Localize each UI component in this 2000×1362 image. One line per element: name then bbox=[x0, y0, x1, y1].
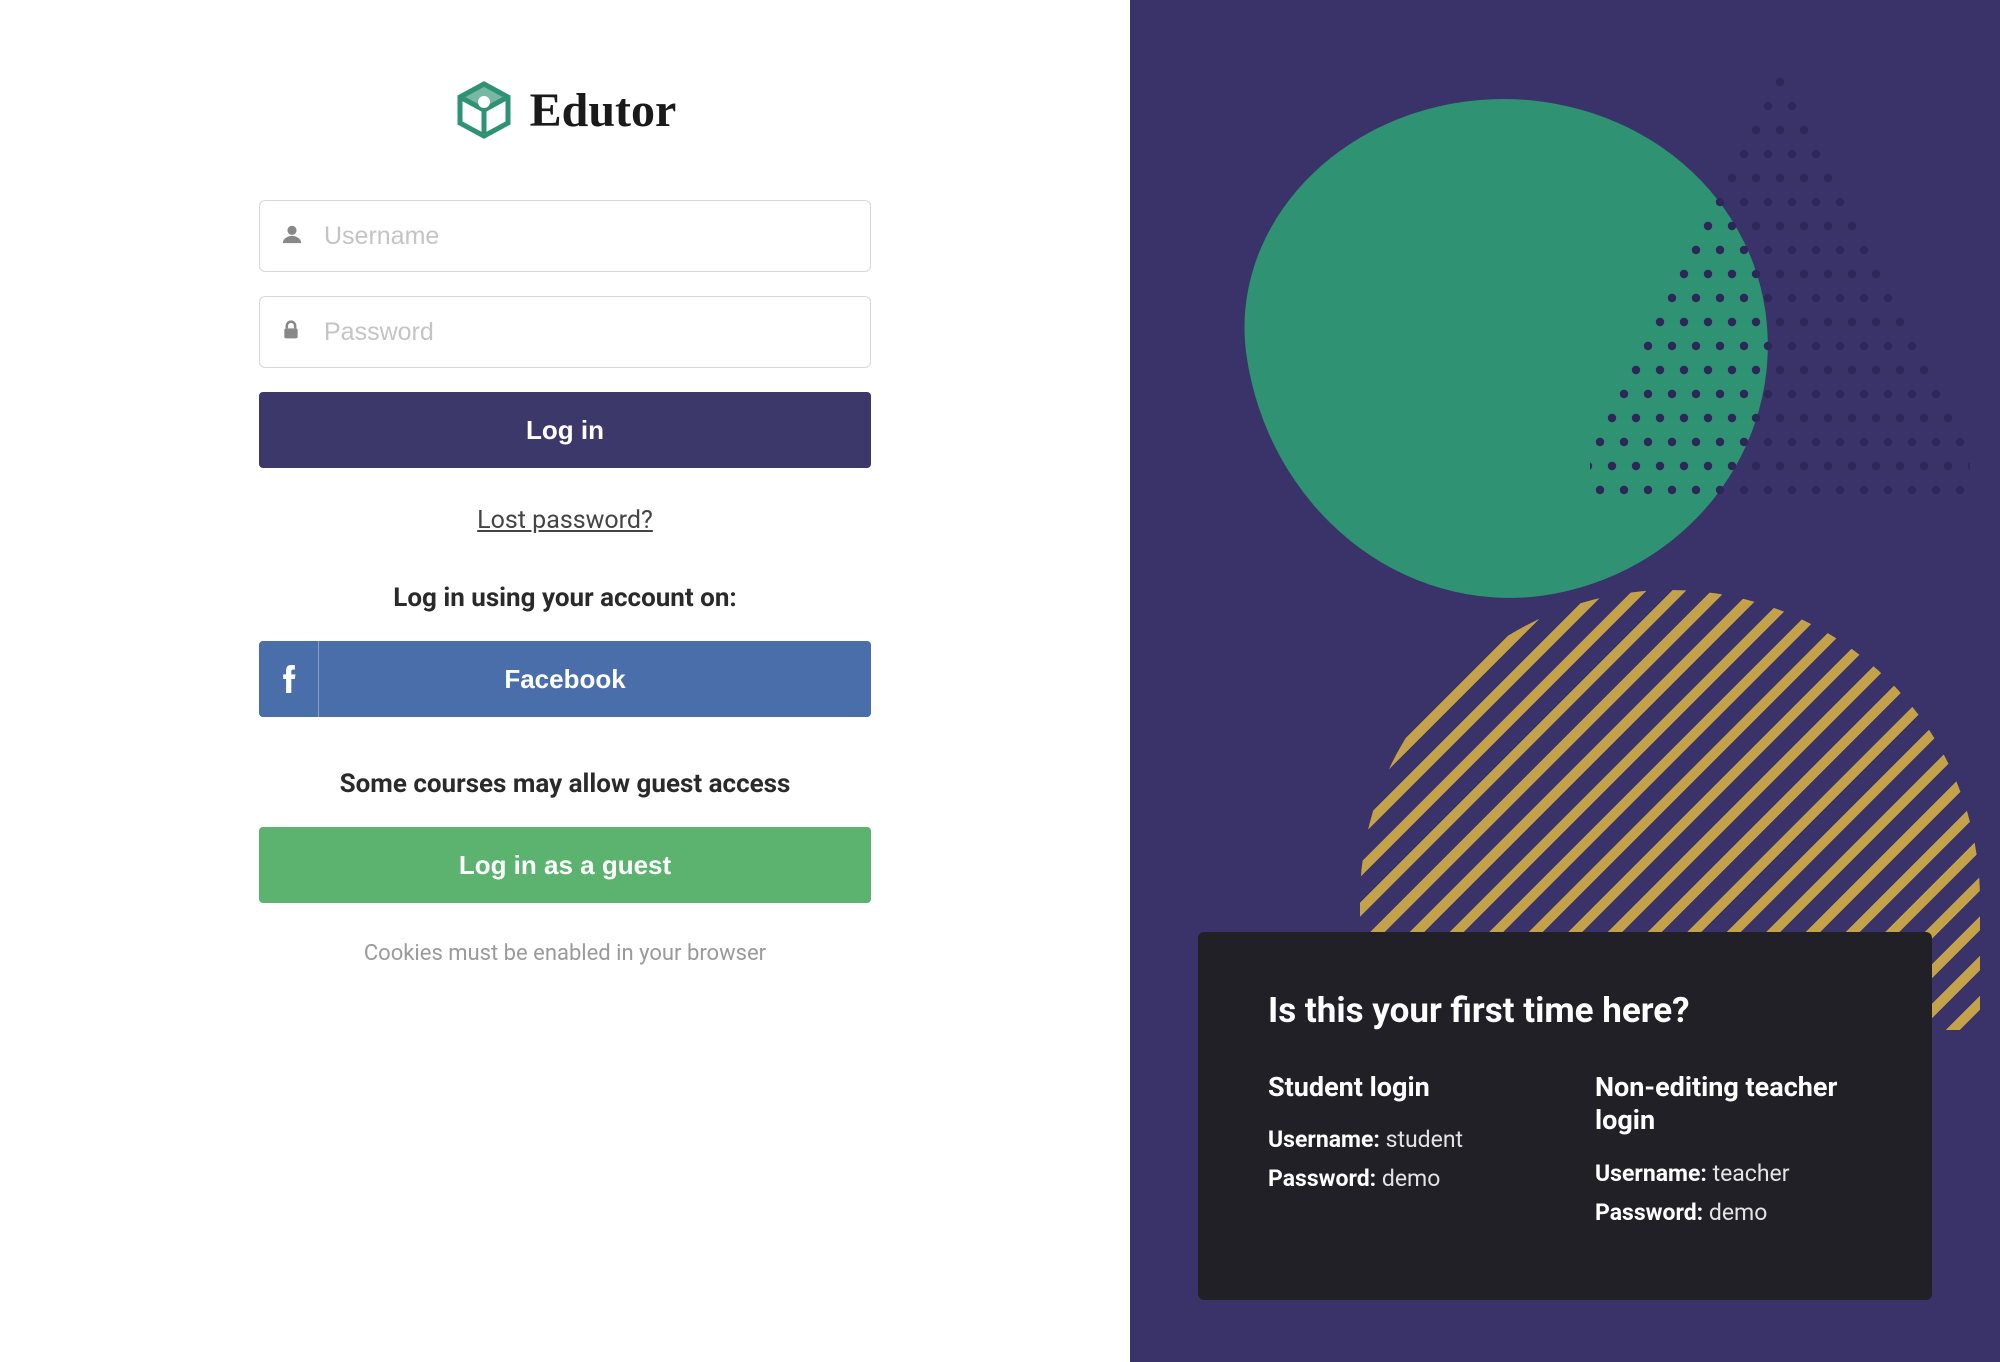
guest-login-button[interactable]: Log in as a guest bbox=[259, 827, 871, 903]
facebook-label: Facebook bbox=[504, 664, 625, 695]
login-panel: Edutor Log in Lost password? Log in usin… bbox=[0, 0, 1130, 1362]
student-username-row: Username: student bbox=[1268, 1126, 1535, 1153]
decor-dots bbox=[1590, 70, 1970, 510]
brand-name: Edutor bbox=[530, 83, 677, 138]
cube-icon bbox=[454, 80, 514, 140]
password-group bbox=[259, 296, 871, 368]
facebook-login-button[interactable]: Facebook bbox=[259, 641, 871, 717]
password-input[interactable] bbox=[259, 296, 871, 368]
user-icon bbox=[281, 223, 303, 249]
cookie-note: Cookies must be enabled in your browser bbox=[259, 941, 871, 966]
info-title: Is this your first time here? bbox=[1268, 990, 1862, 1031]
student-login-info: Student login Username: student Password… bbox=[1268, 1071, 1535, 1239]
student-heading: Student login bbox=[1268, 1071, 1535, 1105]
student-password-row: Password: demo bbox=[1268, 1165, 1535, 1192]
social-heading: Log in using your account on: bbox=[259, 583, 871, 613]
lock-icon bbox=[281, 319, 301, 345]
guest-heading: Some courses may allow guest access bbox=[259, 769, 871, 799]
login-form: Log in Lost password? Log in using your … bbox=[259, 200, 871, 966]
teacher-password-row: Password: demo bbox=[1595, 1199, 1862, 1226]
first-time-card: Is this your first time here? Student lo… bbox=[1198, 932, 1932, 1301]
teacher-username-row: Username: teacher bbox=[1595, 1160, 1862, 1187]
login-button[interactable]: Log in bbox=[259, 392, 871, 468]
facebook-icon bbox=[259, 641, 319, 717]
teacher-heading: Non-editing teacher login bbox=[1595, 1071, 1862, 1139]
teacher-login-info: Non-editing teacher login Username: teac… bbox=[1595, 1071, 1862, 1239]
username-group bbox=[259, 200, 871, 272]
lost-password-link[interactable]: Lost password? bbox=[259, 506, 871, 535]
username-input[interactable] bbox=[259, 200, 871, 272]
hero-panel: Is this your first time here? Student lo… bbox=[1130, 0, 2000, 1362]
brand-logo: Edutor bbox=[454, 80, 677, 140]
